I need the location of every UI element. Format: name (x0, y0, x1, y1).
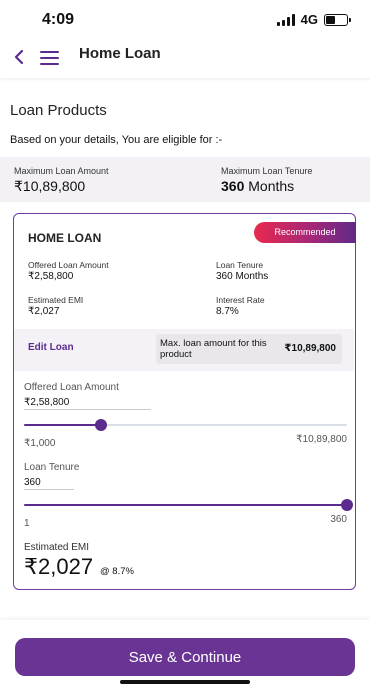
max-tenure-value: 360 Months (221, 178, 294, 194)
estimated-emi-value: ₹2,027 (28, 306, 60, 317)
offered-amount-input[interactable] (24, 395, 151, 410)
status-bar: 4:09 4G (0, 0, 370, 40)
status-time: 4:09 (42, 11, 75, 28)
loan-tenure-label: Loan Tenure (216, 260, 264, 270)
loan-tenure-value: 360 Months (216, 271, 269, 282)
home-loan-card: HOME LOAN Recommended Offered Loan Amoun… (13, 213, 356, 590)
card-title: HOME LOAN (28, 231, 102, 245)
edit-loan-strip: Edit Loan Max. loan amount for this prod… (14, 329, 354, 371)
emi-summary-rate: @ 8.7% (100, 566, 134, 577)
recommended-badge: Recommended (254, 222, 356, 243)
tenure-slider[interactable] (24, 499, 353, 511)
interest-rate-value: 8.7% (216, 306, 239, 317)
amount-field-label: Offered Loan Amount (24, 382, 119, 393)
amount-slider-fill (24, 424, 101, 426)
emi-summary-label: Estimated EMI (24, 542, 90, 553)
tenure-min-label: 1 (24, 518, 30, 529)
hamburger-menu-icon[interactable] (40, 51, 59, 65)
page-title: Home Loan (79, 45, 161, 62)
bottom-action-area: Save & Continue (0, 620, 370, 690)
status-indicators: 4G (276, 12, 351, 27)
tenure-slider-fill (24, 504, 347, 506)
amount-slider[interactable] (24, 419, 347, 431)
max-tenure-label: Maximum Loan Tenure (221, 166, 313, 176)
interest-rate-label: Interest Rate (216, 295, 265, 305)
top-app-bar: Home Loan (0, 40, 370, 78)
network-type: 4G (300, 12, 318, 27)
max-product-label: Max. loan amount for this product (160, 338, 267, 360)
battery-icon (324, 13, 351, 26)
tenure-field-label: Loan Tenure (24, 462, 80, 473)
section-title: Loan Products (10, 102, 107, 119)
offered-amount-value: ₹2,58,800 (28, 271, 74, 282)
max-amount-value: ₹10,89,800 (14, 178, 86, 194)
tenure-max-label: 360 (330, 514, 347, 525)
estimated-emi-label: Estimated EMI (28, 295, 84, 305)
max-product-value: ₹10,89,800 (284, 343, 336, 354)
signal-icon (276, 13, 295, 26)
max-product-amount-box: Max. loan amount for this product ₹10,89… (156, 334, 342, 364)
amount-min-label: ₹1,000 (24, 438, 56, 449)
tenure-slider-thumb[interactable] (341, 499, 353, 511)
back-arrow-icon[interactable] (12, 47, 28, 67)
tenure-input[interactable] (24, 475, 74, 490)
save-continue-button[interactable]: Save & Continue (15, 638, 355, 676)
emi-summary-value: ₹2,027 (24, 554, 94, 579)
max-tenure-number: 360 (221, 178, 245, 194)
amount-max-label: ₹10,89,800 (296, 434, 347, 445)
amount-slider-thumb[interactable] (94, 419, 107, 431)
eligibility-text: Based on your details, You are eligible … (10, 134, 223, 146)
loan-summary-band: Maximum Loan Amount ₹10,89,800 Maximum L… (0, 157, 370, 202)
max-tenure-unit: Months (248, 178, 295, 194)
home-indicator (120, 680, 250, 684)
offered-amount-label: Offered Loan Amount (28, 260, 109, 270)
edit-loan-link[interactable]: Edit Loan (28, 342, 74, 353)
max-amount-label: Maximum Loan Amount (14, 166, 109, 176)
